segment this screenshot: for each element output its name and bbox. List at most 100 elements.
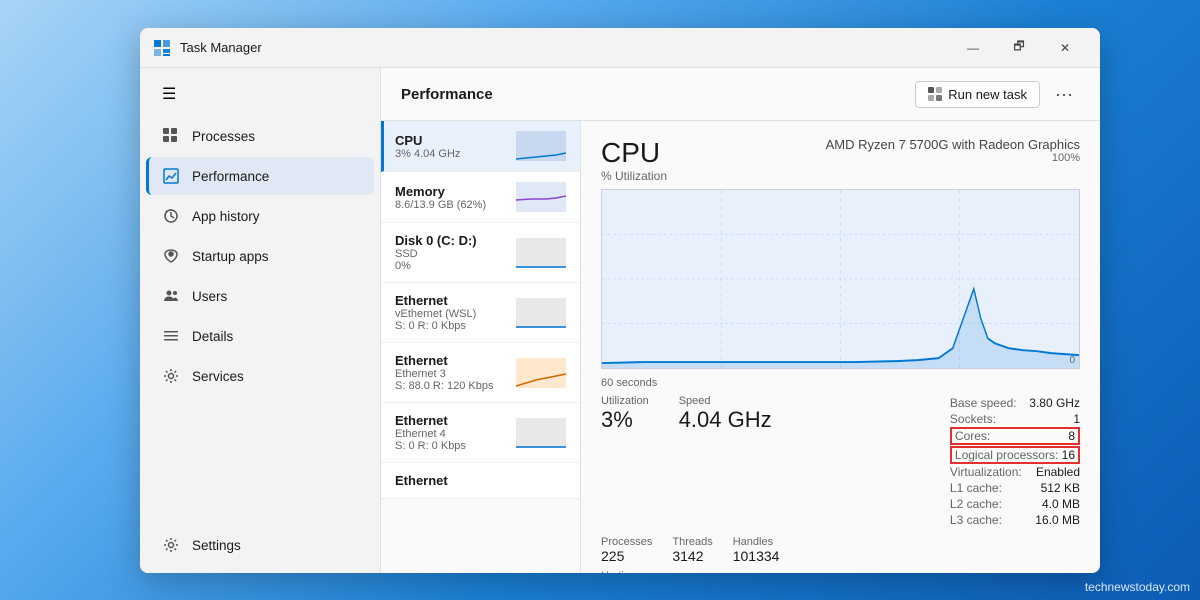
processes-stat-label: Processes bbox=[601, 536, 652, 548]
utilization-label: Utilization bbox=[601, 395, 649, 407]
resource-ethernet3-info: Ethernet Ethernet 3 S: 88.0 R: 120 Kbps bbox=[395, 353, 508, 392]
resource-memory-name: Memory bbox=[395, 184, 508, 199]
sidebar-item-app-history[interactable]: App history bbox=[146, 197, 374, 235]
services-label: Services bbox=[192, 369, 244, 384]
panel-body: CPU 3% 4.04 GHz Memory 8.6/13.9 GB (62%) bbox=[381, 121, 1100, 573]
stat-utilization: Utilization 3% bbox=[601, 395, 649, 528]
panel-header: Performance Run new task ··· bbox=[381, 68, 1100, 121]
prop-l1: L1 cache: 512 KB bbox=[950, 480, 1080, 496]
resource-memory-sub: 8.6/13.9 GB (62%) bbox=[395, 199, 508, 211]
app-history-label: App history bbox=[192, 209, 260, 224]
right-panel: Performance Run new task ··· bbox=[380, 68, 1100, 573]
settings-label: Settings bbox=[192, 538, 241, 553]
ethernet4-mini-graph bbox=[516, 418, 566, 448]
resource-ethernet4-sub1: Ethernet 4 bbox=[395, 428, 508, 440]
startup-apps-icon bbox=[162, 247, 180, 265]
resource-disk-sub2: 0% bbox=[395, 260, 508, 272]
settings-icon bbox=[162, 536, 180, 554]
cpu-graph-svg bbox=[602, 190, 1079, 368]
close-button[interactable]: ✕ bbox=[1042, 32, 1088, 64]
panel-title: Performance bbox=[401, 86, 915, 103]
prop-l3: L3 cache: 16.0 MB bbox=[950, 512, 1080, 528]
resource-ethernet4-name: Ethernet bbox=[395, 413, 508, 428]
app-history-icon bbox=[162, 207, 180, 225]
cpu-graph: 0 bbox=[601, 189, 1080, 369]
watermark: technewstoday.com bbox=[1085, 580, 1190, 594]
main-content: ☰ Processes bbox=[140, 68, 1100, 573]
threads-stat-value: 3142 bbox=[672, 548, 712, 564]
resource-item-ethernet-wsl[interactable]: Ethernet vEthernet (WSL) S: 0 R: 0 Kbps bbox=[381, 283, 580, 343]
resource-ethernet4-info: Ethernet Ethernet 4 S: 0 R: 0 Kbps bbox=[395, 413, 508, 452]
utilization-value: 3% bbox=[601, 407, 649, 433]
resource-ethernet-more-info: Ethernet bbox=[395, 473, 566, 488]
stat-threads: Threads 3142 bbox=[672, 536, 712, 564]
resource-ethernet4-sub2: S: 0 R: 0 Kbps bbox=[395, 440, 508, 452]
app-icon bbox=[152, 38, 172, 58]
sidebar-item-performance[interactable]: Performance bbox=[146, 157, 374, 195]
resource-item-ethernet4[interactable]: Ethernet Ethernet 4 S: 0 R: 0 Kbps bbox=[381, 403, 580, 463]
l3-value: 16.0 MB bbox=[1035, 513, 1080, 527]
resource-item-ethernet3[interactable]: Ethernet Ethernet 3 S: 88.0 R: 120 Kbps bbox=[381, 343, 580, 403]
resource-disk-name: Disk 0 (C: D:) bbox=[395, 233, 508, 248]
sidebar-bottom: Settings bbox=[140, 525, 380, 565]
ethernet-wsl-mini-graph bbox=[516, 298, 566, 328]
resource-cpu-name: CPU bbox=[395, 133, 508, 148]
cpu-model-block: AMD Ryzen 7 5700G with Radeon Graphics 1… bbox=[826, 137, 1080, 164]
stat-processes: Processes 225 bbox=[601, 536, 652, 564]
resource-ethernet-more-name: Ethernet bbox=[395, 473, 566, 488]
handles-stat-value: 101334 bbox=[733, 548, 780, 564]
minimize-button[interactable]: — bbox=[950, 32, 996, 64]
resource-item-disk[interactable]: Disk 0 (C: D:) SSD 0% bbox=[381, 223, 580, 283]
cpu-title-block: CPU % Utilization bbox=[601, 137, 667, 185]
resource-ethernet-wsl-name: Ethernet bbox=[395, 293, 508, 308]
run-new-task-button[interactable]: Run new task bbox=[915, 81, 1040, 108]
performance-label: Performance bbox=[192, 169, 269, 184]
memory-mini-graph bbox=[516, 182, 566, 212]
ethernet3-mini-graph bbox=[516, 358, 566, 388]
sidebar-item-services[interactable]: Services bbox=[146, 357, 374, 395]
resource-item-memory[interactable]: Memory 8.6/13.9 GB (62%) bbox=[381, 172, 580, 223]
processes-row: Processes 225 Threads 3142 Handles 10133… bbox=[601, 536, 1080, 564]
resource-item-ethernet-more[interactable]: Ethernet bbox=[381, 463, 580, 499]
resource-item-cpu[interactable]: CPU 3% 4.04 GHz bbox=[381, 121, 580, 172]
basespeed-value: 3.80 GHz bbox=[1029, 396, 1080, 410]
sidebar-item-users[interactable]: Users bbox=[146, 277, 374, 315]
processes-stat-value: 225 bbox=[601, 548, 652, 564]
sidebar-item-processes[interactable]: Processes bbox=[146, 117, 374, 155]
cpu-title: CPU bbox=[601, 137, 667, 169]
resource-cpu-info: CPU 3% 4.04 GHz bbox=[395, 133, 508, 160]
performance-icon bbox=[162, 167, 180, 185]
sidebar-item-startup-apps[interactable]: Startup apps bbox=[146, 237, 374, 275]
disk-mini-graph bbox=[516, 238, 566, 268]
title-bar: Task Manager — 🗗 ✕ bbox=[140, 28, 1100, 68]
speed-value: 4.04 GHz bbox=[679, 407, 772, 433]
cpu-model: AMD Ryzen 7 5700G with Radeon Graphics bbox=[826, 137, 1080, 152]
stat-speed: Speed 4.04 GHz bbox=[679, 395, 772, 528]
window-controls: — 🗗 ✕ bbox=[950, 32, 1088, 64]
cpu-utilization-label: % Utilization bbox=[601, 169, 667, 183]
stat-handles: Handles 101334 bbox=[733, 536, 780, 564]
l1-value: 512 KB bbox=[1041, 481, 1080, 495]
resource-list: CPU 3% 4.04 GHz Memory 8.6/13.9 GB (62%) bbox=[381, 121, 581, 573]
panel-actions: Run new task ··· bbox=[915, 78, 1080, 110]
speed-label: Speed bbox=[679, 395, 772, 407]
stat-basespeed: Base speed: 3.80 GHz Sockets: 1 Cores: 8… bbox=[950, 395, 1080, 528]
resource-ethernet-wsl-info: Ethernet vEthernet (WSL) S: 0 R: 0 Kbps bbox=[395, 293, 508, 332]
sidebar-item-settings[interactable]: Settings bbox=[146, 526, 374, 564]
l2-value: 4.0 MB bbox=[1042, 497, 1080, 511]
details-icon bbox=[162, 327, 180, 345]
more-button[interactable]: ··· bbox=[1048, 78, 1080, 110]
maximize-button[interactable]: 🗗 bbox=[996, 32, 1042, 64]
resource-ethernet3-name: Ethernet bbox=[395, 353, 508, 368]
handles-stat-label: Handles bbox=[733, 536, 780, 548]
stat-uptime: Up time 0:04:39:23 bbox=[601, 570, 1080, 573]
hamburger-menu[interactable]: ☰ bbox=[146, 76, 186, 112]
sidebar-item-details[interactable]: Details bbox=[146, 317, 374, 355]
run-task-icon bbox=[928, 87, 942, 101]
processes-label: Processes bbox=[192, 129, 255, 144]
cpu-mini-graph bbox=[516, 131, 566, 161]
prop-logical-highlighted: Logical processors: 16 bbox=[950, 446, 1080, 464]
resource-disk-sub1: SSD bbox=[395, 248, 508, 260]
resource-disk-info: Disk 0 (C: D:) SSD 0% bbox=[395, 233, 508, 272]
cpu-detail: CPU % Utilization AMD Ryzen 7 5700G with… bbox=[581, 121, 1100, 573]
